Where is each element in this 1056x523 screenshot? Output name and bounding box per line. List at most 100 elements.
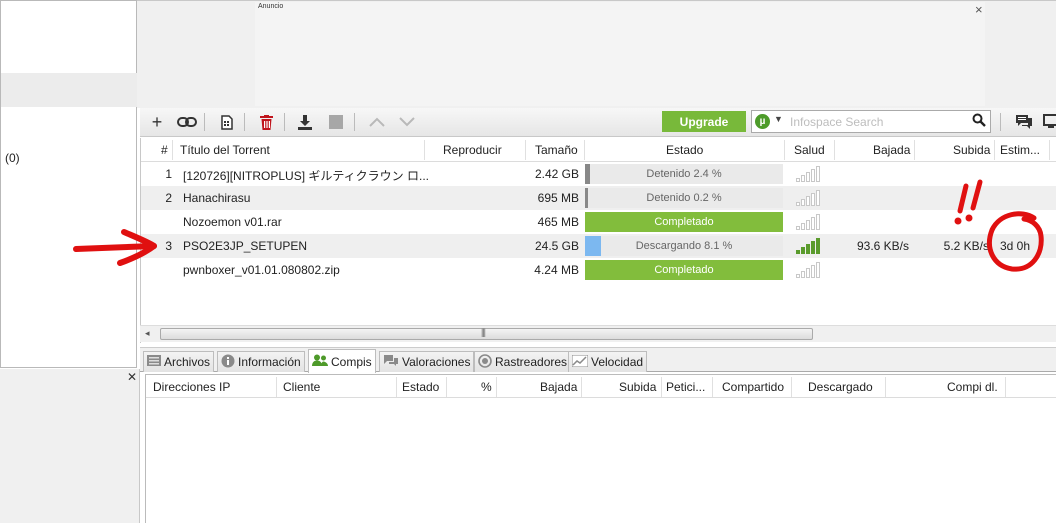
add-url-link-icon[interactable] — [176, 112, 198, 132]
details-tab-bar: Archivos Información Compis Valoraciones… — [140, 347, 1056, 373]
tab-ratings[interactable]: Valoraciones — [379, 351, 475, 372]
health-bars-icon — [796, 166, 822, 182]
peers-col-percent[interactable]: % — [481, 380, 492, 394]
peers-col-up[interactable]: Subida — [619, 380, 656, 394]
health-bar — [796, 226, 800, 230]
create-torrent-icon[interactable] — [216, 112, 238, 132]
tab-speed-label: Velocidad — [591, 355, 644, 369]
tab-speed[interactable]: Velocidad — [568, 351, 648, 372]
peers-col-peer-dl[interactable]: Compi dl. — [947, 380, 998, 394]
torrent-eta: 3d 0h — [1000, 239, 1031, 253]
torrent-up-speed: 5.2 KB/s — [943, 239, 989, 253]
peers-icon — [312, 354, 328, 370]
ratings-icon — [383, 354, 399, 370]
torrent-row[interactable]: pwnboxer_v01.01.080802.zip 4.24 MB Complet… — [141, 258, 1056, 282]
peers-col-downloaded[interactable]: Descargado — [808, 380, 873, 394]
sidebar-lower-panel: ✕ — [0, 369, 140, 523]
ad-label: Anuncio — [258, 3, 284, 10]
torrent-size: 465 MB — [537, 215, 579, 229]
move-down-icon[interactable] — [396, 112, 418, 132]
peers-list-header: Direcciones IP Cliente Estado % Bajada S… — [146, 375, 1056, 398]
health-bar — [811, 217, 815, 230]
health-bar — [811, 169, 815, 182]
utorrent-logo-icon[interactable]: µ — [755, 114, 770, 129]
health-bar — [801, 271, 805, 278]
col-header-health[interactable]: Salud — [794, 143, 825, 157]
toolbar: + Upgrade µ ▼ — [140, 108, 1056, 137]
scroll-left-icon[interactable]: ◂ — [145, 328, 150, 339]
health-bar — [801, 223, 805, 230]
stop-icon[interactable] — [325, 112, 347, 132]
search-icon[interactable] — [972, 113, 986, 130]
search-input[interactable] — [790, 113, 965, 130]
health-bar — [811, 265, 815, 278]
torrent-number: 2 — [165, 191, 172, 205]
sidebar-selected-item[interactable] — [1, 73, 137, 107]
peers-col-client[interactable]: Cliente — [283, 380, 320, 394]
tab-info[interactable]: Información — [217, 351, 305, 372]
torrent-row[interactable]: Nozoemon v01.rar 465 MB Completado — [141, 210, 1056, 234]
col-header-play[interactable]: Reproducir — [443, 143, 502, 157]
health-bar — [811, 193, 815, 206]
col-header-status[interactable]: Estado — [666, 143, 703, 157]
scrollbar-thumb[interactable]: ||| — [160, 327, 813, 340]
torrent-status-text: Descargando 8.1 % — [635, 240, 733, 252]
peers-col-requests[interactable]: Petici... — [666, 380, 705, 394]
torrent-status-bar: Detenido 0.2 % — [585, 188, 783, 208]
info-icon — [221, 354, 235, 371]
remote-monitor-icon[interactable] — [1040, 112, 1056, 132]
col-header-title[interactable]: Título del Torrent — [180, 143, 270, 157]
health-bars-icon — [796, 190, 822, 206]
col-header-down[interactable]: Bajada — [873, 143, 910, 157]
peers-list: Direcciones IP Cliente Estado % Bajada S… — [145, 374, 1056, 523]
sidebar-item-count[interactable]: (0) — [5, 151, 20, 165]
peers-col-ip[interactable]: Direcciones IP — [153, 380, 230, 394]
start-download-icon[interactable] — [294, 112, 316, 132]
torrent-list: # Título del Torrent Reproducir Tamaño E… — [140, 138, 1056, 343]
chat-icon[interactable] — [1013, 112, 1035, 132]
peers-col-down[interactable]: Bajada — [540, 380, 577, 394]
torrent-status-text: Detenido 0.2 % — [646, 192, 722, 204]
health-bar — [806, 244, 810, 254]
torrent-status-bar: Descargando 8.1 % — [585, 236, 783, 256]
col-header-eta[interactable]: Estim... — [1000, 143, 1040, 157]
health-bar — [796, 274, 800, 278]
col-header-number[interactable]: # — [161, 143, 168, 157]
close-icon[interactable]: ✕ — [127, 370, 137, 384]
move-up-icon[interactable] — [366, 112, 388, 132]
health-bar — [806, 196, 810, 206]
category-sidebar: (0) — [0, 0, 137, 368]
health-bars-icon — [796, 238, 822, 254]
torrent-down-speed: 93.6 KB/s — [856, 239, 909, 253]
files-icon — [147, 355, 161, 369]
health-bar — [806, 268, 810, 278]
add-torrent-icon[interactable]: + — [146, 112, 168, 132]
search-provider-dropdown-icon[interactable]: ▼ — [774, 114, 783, 124]
col-header-up[interactable]: Subida — [953, 143, 990, 157]
peers-col-status[interactable]: Estado — [402, 380, 439, 394]
health-bars-icon — [796, 262, 822, 278]
health-bar — [801, 175, 805, 182]
tab-trackers[interactable]: Rastreadores — [474, 351, 572, 372]
health-bar — [806, 172, 810, 182]
torrent-size: 695 MB — [537, 191, 579, 205]
delete-trash-icon[interactable] — [255, 112, 277, 132]
speed-icon — [571, 354, 589, 370]
health-bar — [816, 190, 820, 206]
torrent-title: pwnboxer_v01.01.080802.zip — [183, 263, 340, 277]
tab-peers[interactable]: Compis — [308, 349, 376, 373]
torrent-row[interactable]: 2 Hanachirasu 695 MB Detenido 0.2 % — [141, 186, 1056, 210]
torrent-row[interactable]: 3 PSO2E3JP_SETUPEN 24.5 GB Descargando 8.1 … — [141, 234, 1056, 258]
ad-banner[interactable] — [255, 2, 985, 106]
tab-ratings-label: Valoraciones — [402, 355, 471, 369]
upgrade-button[interactable]: Upgrade — [662, 111, 746, 132]
health-bar — [806, 220, 810, 230]
torrent-number: 3 — [165, 239, 172, 253]
list-horizontal-scrollbar[interactable]: ◂ ||| — [140, 325, 1056, 342]
tab-files[interactable]: Archivos — [143, 351, 215, 372]
ad-close-icon[interactable]: × — [975, 2, 983, 17]
peers-col-shared[interactable]: Compartido — [722, 380, 784, 394]
col-header-size[interactable]: Tamaño — [535, 143, 578, 157]
health-bar — [816, 166, 820, 182]
torrent-row[interactable]: 1 [120726][NITROPLUS] ギルティクラウン ロ... 2.42 G… — [141, 162, 1056, 186]
